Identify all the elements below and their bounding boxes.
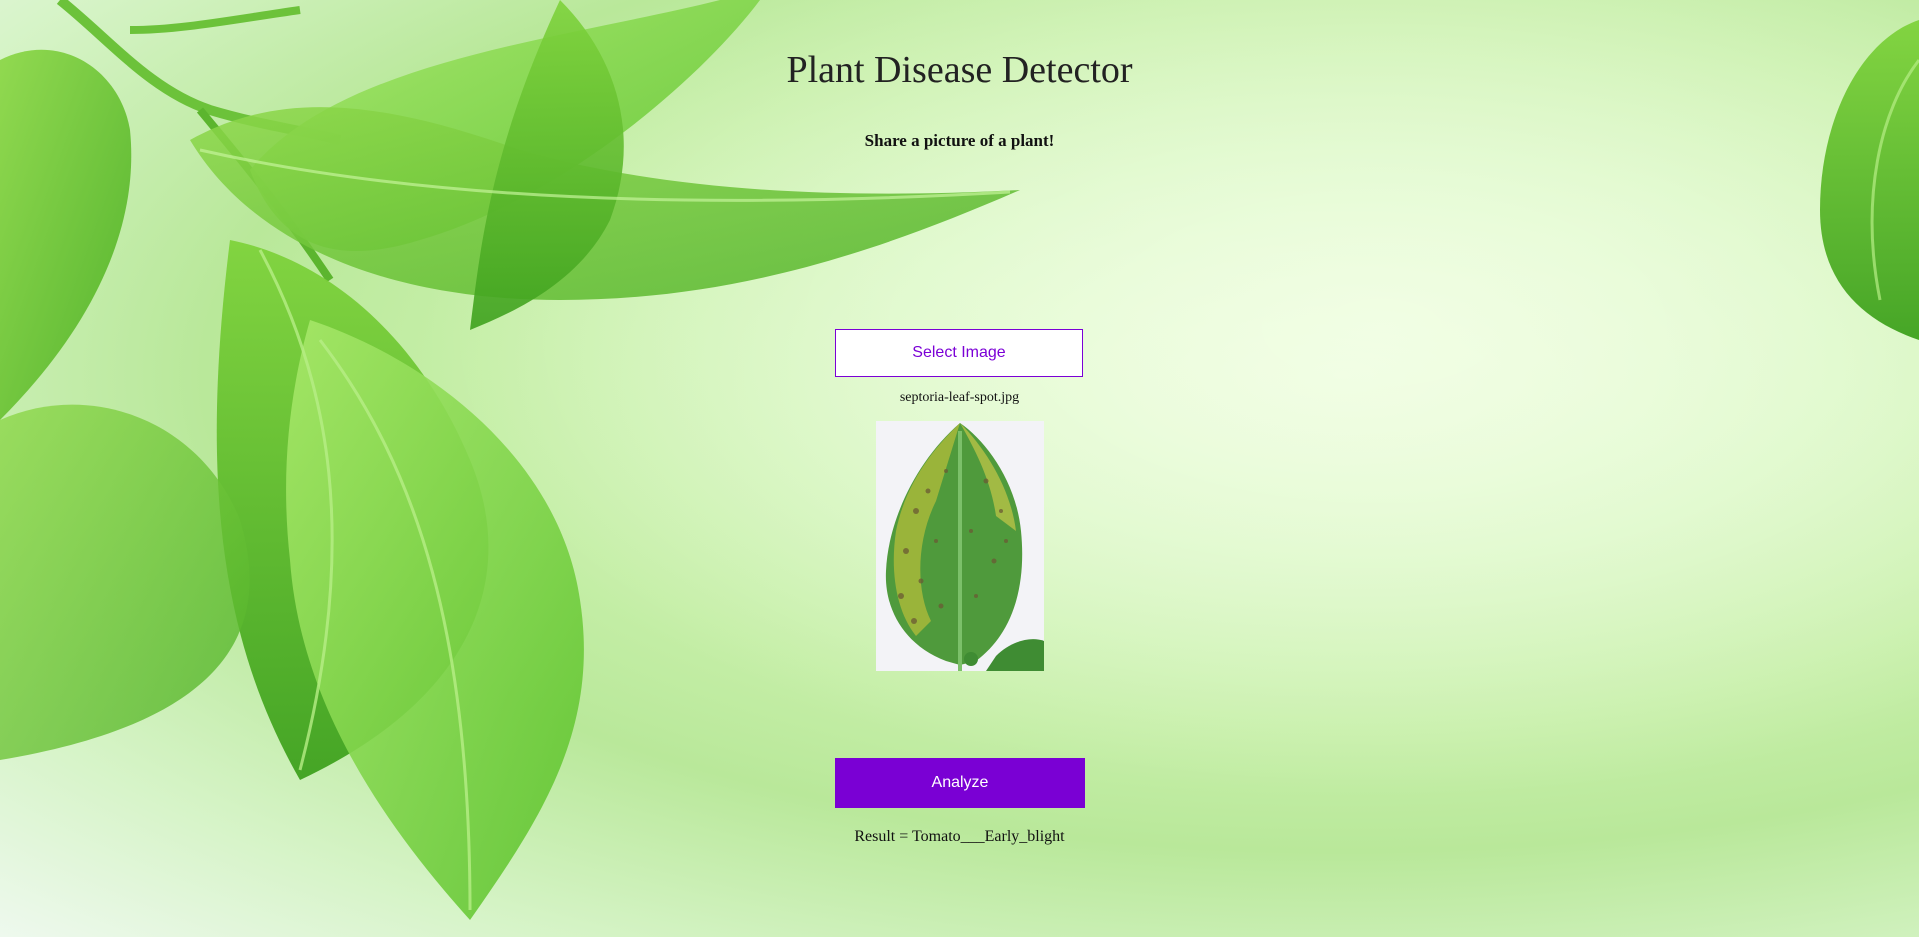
leaf-photo-icon (876, 421, 1044, 671)
selected-filename: septoria-leaf-spot.jpg (899, 390, 1020, 405)
analyze-button[interactable]: Analyze (835, 758, 1085, 808)
main-content: Plant Disease Detector Share a picture o… (0, 0, 1919, 937)
page-subtitle: Share a picture of a plant! (864, 131, 1055, 150)
select-image-button[interactable]: Select Image (835, 329, 1083, 377)
result-text: Result = Tomato___Early_blight (854, 828, 1065, 845)
page-title: Plant Disease Detector (786, 49, 1133, 91)
image-preview (876, 421, 1044, 671)
